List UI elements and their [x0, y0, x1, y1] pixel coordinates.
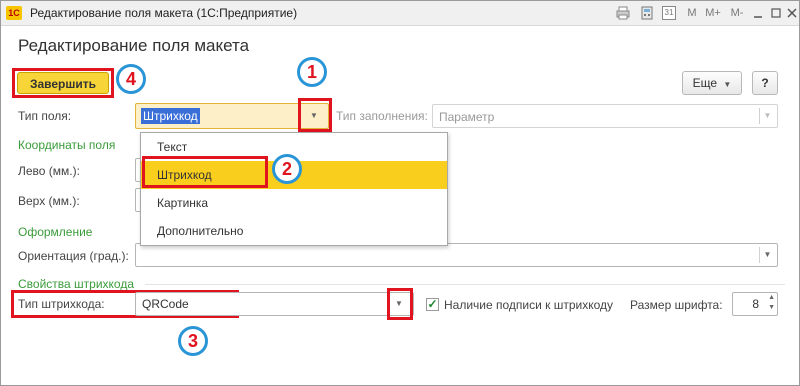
app-logo: 1С [6, 6, 22, 20]
maximize-icon[interactable] [770, 6, 782, 20]
dropdown-option-picture[interactable]: Картинка [141, 189, 447, 217]
section-divider [145, 284, 785, 285]
font-size-stepper[interactable]: 8 ▲ ▼ [732, 292, 778, 316]
memory-plus-button[interactable]: M+ [704, 6, 722, 20]
page-title: Редактирование поля макета [18, 36, 250, 55]
minimize-icon[interactable] [752, 6, 764, 20]
memory-minus-button[interactable]: M- [728, 6, 746, 20]
calendar-icon[interactable]: 31 [662, 6, 676, 20]
fill-type-label: Тип заполнения: [336, 109, 428, 123]
caption-checkbox-label: Наличие подписи к штрихкоду [444, 298, 614, 312]
top-mm-label: Верх (мм.): [18, 194, 80, 208]
window-title: Редактирование поля макета (1С:Предприят… [30, 6, 298, 20]
field-type-value: Штрихкод [141, 108, 200, 124]
fill-type-value: Параметр [439, 110, 495, 124]
dropdown-option-additional[interactable]: Дополнительно [141, 217, 447, 245]
callout-3: 3 [178, 326, 208, 356]
fill-type-select[interactable]: Параметр ▼ [432, 104, 778, 128]
orientation-label: Ориентация (град.): [18, 249, 129, 263]
font-size-value: 8 [752, 297, 759, 311]
field-type-dropdown: Текст Штрихкод Картинка Дополнительно [140, 132, 448, 246]
stepper-up-icon[interactable]: ▲ [768, 294, 775, 301]
more-label: Еще [692, 76, 718, 90]
left-mm-label: Лево (мм.): [18, 164, 80, 178]
design-section-title: Оформление [18, 225, 93, 239]
callout-1: 1 [297, 57, 327, 87]
font-size-label: Размер шрифта: [630, 298, 723, 312]
chevron-down-icon[interactable]: ▼ [391, 296, 407, 312]
printer-icon[interactable] [616, 6, 630, 20]
finish-button[interactable]: Завершить [17, 72, 109, 94]
barcode-type-label: Тип штрихкода: [18, 297, 105, 311]
chevron-down-icon: ▼ [723, 80, 732, 89]
more-button[interactable]: Еще ▼ [682, 71, 742, 95]
chevron-down-icon[interactable]: ▼ [759, 108, 775, 124]
orientation-select[interactable]: ▼ [135, 243, 778, 267]
caption-checkbox[interactable]: ✓ [426, 298, 439, 311]
callout-2: 2 [272, 154, 302, 184]
coords-section-title: Координаты поля [18, 138, 116, 152]
memory-m-button[interactable]: M [686, 6, 698, 20]
barcode-section-title: Свойства штрихкода [18, 277, 134, 291]
barcode-type-select[interactable]: QRCode [135, 292, 414, 316]
close-icon[interactable] [786, 6, 798, 20]
barcode-type-value: QRCode [142, 297, 189, 311]
calculator-icon[interactable] [640, 6, 654, 20]
chevron-down-icon[interactable]: ▼ [306, 108, 322, 124]
stepper-down-icon[interactable]: ▼ [768, 304, 775, 311]
help-button[interactable]: ? [752, 71, 778, 95]
field-type-label: Тип поля: [18, 109, 72, 123]
barcode-option-highlight [142, 156, 268, 188]
chevron-down-icon[interactable]: ▼ [759, 247, 775, 263]
callout-4: 4 [116, 64, 146, 94]
